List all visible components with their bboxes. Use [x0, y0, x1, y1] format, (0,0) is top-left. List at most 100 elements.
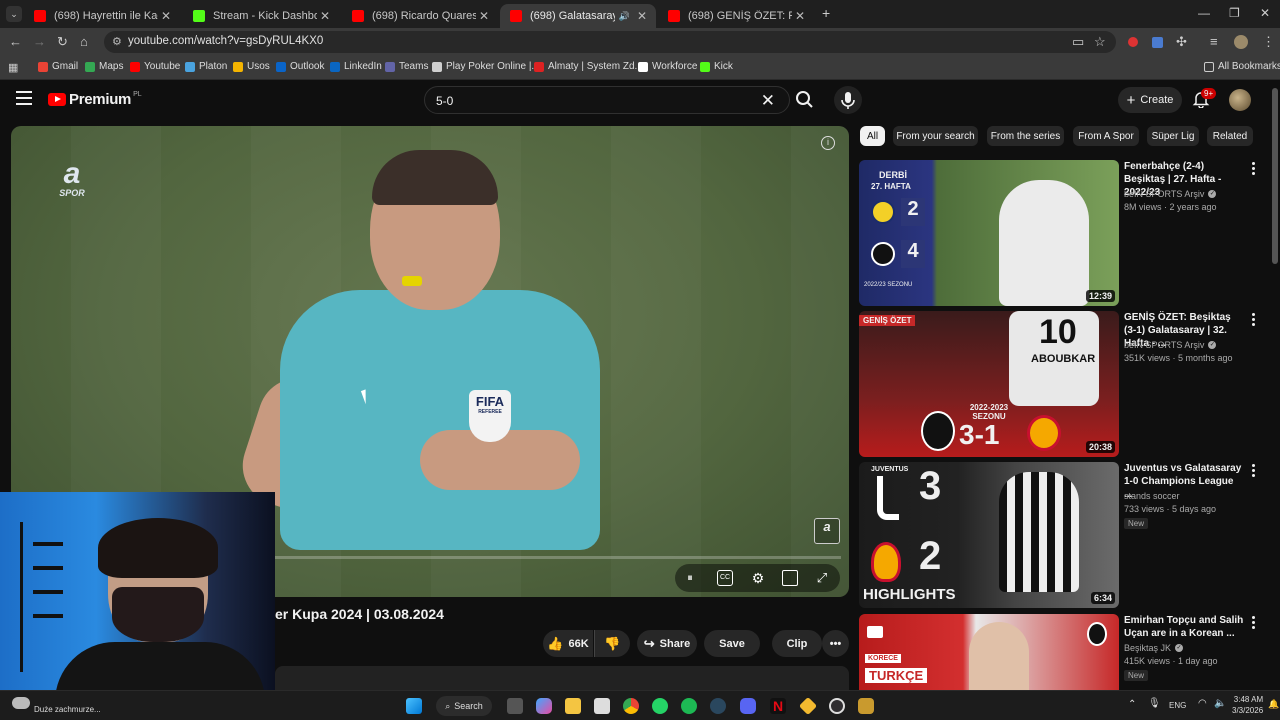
info-icon[interactable]: i: [821, 136, 835, 150]
miniplayer-icon[interactable]: [782, 570, 798, 586]
more-actions-button[interactable]: •••: [822, 630, 849, 657]
channel-name[interactable]: beIN SPORTS Arşiv ✓: [1124, 340, 1217, 350]
bookmark-play-poker[interactable]: Play Poker Online |...: [432, 61, 540, 72]
dislike-button[interactable]: 👎: [594, 630, 630, 657]
spotify-icon[interactable]: [681, 698, 697, 714]
site-info-icon[interactable]: ⚙: [112, 35, 122, 48]
bookmark-teams[interactable]: Teams: [385, 61, 428, 72]
more-vertical-icon[interactable]: [1252, 616, 1256, 631]
media-controls-icon[interactable]: ≡: [1210, 34, 1218, 49]
create-button[interactable]: + Create: [1118, 87, 1182, 113]
video-thumbnail[interactable]: JUVENTUS 3 2 HIGHLIGHTS 6:34: [859, 462, 1119, 608]
save-button[interactable]: Save: [704, 630, 760, 657]
clear-search-icon[interactable]: ✕: [761, 91, 775, 111]
taskbar-clock[interactable]: 3:48 AM 3/3/2026: [1232, 694, 1263, 716]
video-thumbnail[interactable]: DERBİ 27. HAFTA 2 4 2022/23 SEZONU 12:39: [859, 160, 1119, 306]
tray-chevron-icon[interactable]: ⌃: [1128, 699, 1136, 710]
browser-tab-2[interactable]: (698) Ricardo Quaresma | Foun ✕: [342, 4, 498, 28]
address-bar[interactable]: ⚙ youtube.com/watch?v=gsDyRUL4KX0: [104, 31, 1116, 53]
share-button[interactable]: ↪ Share: [637, 630, 697, 657]
all-bookmarks-button[interactable]: All Bookmarks: [1204, 61, 1280, 72]
microphone-icon[interactable]: 🎙: [1148, 698, 1161, 709]
bookmark-maps[interactable]: Maps: [85, 61, 123, 72]
restore-icon[interactable]: ❐: [1229, 6, 1240, 20]
close-tab-icon[interactable]: ✕: [634, 9, 650, 23]
browser-tab-0[interactable]: (698) Hayrettin ile Kaos Show - ✕: [24, 4, 180, 28]
netflix-icon[interactable]: N: [770, 698, 786, 714]
chip-from-the-series[interactable]: From the series: [987, 126, 1064, 146]
bookmark-linkedin[interactable]: LinkedIn: [330, 61, 382, 72]
close-tab-icon[interactable]: ✕: [158, 9, 174, 23]
recommendation-item[interactable]: GENİŞ ÖZET 10 ABOUBKAR 2022-2023 SEZONU …: [859, 311, 1259, 459]
home-icon[interactable]: ⌂: [80, 34, 88, 49]
chip-related[interactable]: Related: [1207, 126, 1253, 146]
close-tab-icon[interactable]: ✕: [792, 9, 808, 23]
browser-tab-3[interactable]: (698) Galatasaray 0- 5 Beşik 🔊 ✕: [500, 4, 656, 28]
profile-avatar[interactable]: [1234, 35, 1248, 49]
more-vertical-icon[interactable]: [1252, 162, 1256, 177]
discord-icon[interactable]: [740, 698, 756, 714]
like-button[interactable]: 👍 66K: [543, 630, 593, 657]
page-scrollbar[interactable]: [1272, 88, 1278, 264]
apps-grid-icon[interactable]: ▦: [8, 61, 18, 74]
store-icon[interactable]: [594, 698, 610, 714]
bookmark-gmail[interactable]: Gmail: [38, 61, 78, 72]
search-input[interactable]: 5-0 ✕: [424, 86, 790, 114]
browser-tab-1[interactable]: Stream - Kick Dashboard ✕: [183, 4, 339, 28]
recommendation-item[interactable]: DERBİ 27. HAFTA 2 4 2022/23 SEZONU 12:39…: [859, 160, 1259, 308]
recommendation-item[interactable]: KORECE TURKÇE Emirhan Topçu and Salih Uç…: [859, 614, 1259, 690]
weather-icon[interactable]: [12, 697, 30, 709]
task-view-icon[interactable]: [507, 698, 523, 714]
weather-text[interactable]: Duże zachmurze...: [34, 705, 101, 714]
windows-start-icon[interactable]: [406, 698, 422, 714]
extension-icon[interactable]: [1128, 37, 1138, 47]
fullscreen-icon[interactable]: ⤢: [814, 570, 830, 586]
extension-icon[interactable]: [1152, 37, 1163, 48]
obs-icon[interactable]: [829, 698, 845, 714]
bookmark-platon[interactable]: Platon: [185, 61, 227, 72]
chrome-icon[interactable]: [623, 698, 639, 714]
chip-from-your-search[interactable]: From your search: [893, 126, 978, 146]
bookmark-star-icon[interactable]: ☆: [1094, 34, 1106, 50]
bookmark-usos[interactable]: Usos: [233, 61, 270, 72]
video-title[interactable]: Emirhan Topçu and Salih Uçan are in a Ko…: [1124, 614, 1244, 640]
channel-name[interactable]: stands soccer: [1124, 491, 1180, 501]
more-vertical-icon[interactable]: [1252, 313, 1256, 328]
account-avatar[interactable]: [1229, 89, 1251, 111]
close-window-icon[interactable]: ✕: [1260, 6, 1270, 20]
volume-icon[interactable]: 🔈: [1214, 698, 1226, 709]
wifi-icon[interactable]: ◠: [1198, 698, 1207, 709]
bookmark-almaty[interactable]: Almaty | System Zd...: [534, 61, 643, 72]
settings-gear-icon[interactable]: ⚙: [750, 570, 766, 586]
browser-menu-icon[interactable]: ⋮: [1262, 34, 1275, 50]
file-explorer-icon[interactable]: [565, 698, 581, 714]
back-icon[interactable]: ←: [9, 34, 22, 49]
bookmark-youtube[interactable]: Youtube: [130, 61, 180, 72]
extensions-puzzle-icon[interactable]: ✣: [1176, 34, 1187, 50]
recommendation-item[interactable]: JUVENTUS 3 2 HIGHLIGHTS 6:34 Juventus vs…: [859, 462, 1259, 610]
voice-search-button[interactable]: [834, 86, 862, 114]
copilot-icon[interactable]: [536, 698, 552, 714]
close-tab-icon[interactable]: ✕: [317, 9, 333, 23]
more-vertical-icon[interactable]: [1252, 464, 1256, 479]
audio-playing-icon[interactable]: 🔊: [619, 11, 630, 22]
minimize-icon[interactable]: —: [1198, 6, 1210, 20]
youtube-premium-logo[interactable]: Premium PL: [48, 91, 142, 108]
browser-tab-4[interactable]: (698) GENİŞ ÖZET: Fenerbahçe ✕: [658, 4, 814, 28]
bookmark-workforce[interactable]: Workforce: [638, 61, 697, 72]
forward-icon[interactable]: →: [33, 34, 46, 49]
video-thumbnail[interactable]: GENİŞ ÖZET 10 ABOUBKAR 2022-2023 SEZONU …: [859, 311, 1119, 457]
search-button[interactable]: [790, 86, 820, 114]
video-thumbnail[interactable]: KORECE TURKÇE: [859, 614, 1119, 690]
channel-name[interactable]: Beşiktaş JK ✓: [1124, 643, 1184, 653]
cast-icon[interactable]: ▭: [1072, 34, 1084, 50]
bookmark-outlook[interactable]: Outlook: [276, 61, 324, 72]
tab-search-icon[interactable]: ⌄: [6, 6, 22, 22]
steam-icon[interactable]: [710, 698, 726, 714]
channel-name[interactable]: beIN SPORTS Arşiv ✓: [1124, 189, 1217, 199]
chip-from-a-spor[interactable]: From A Spor: [1073, 126, 1139, 146]
pause-icon[interactable]: ⏸: [682, 570, 698, 586]
hamburger-menu-icon[interactable]: [16, 91, 32, 105]
new-tab-icon[interactable]: +: [822, 5, 830, 21]
chip-super-lig[interactable]: Süper Lig: [1147, 126, 1199, 146]
